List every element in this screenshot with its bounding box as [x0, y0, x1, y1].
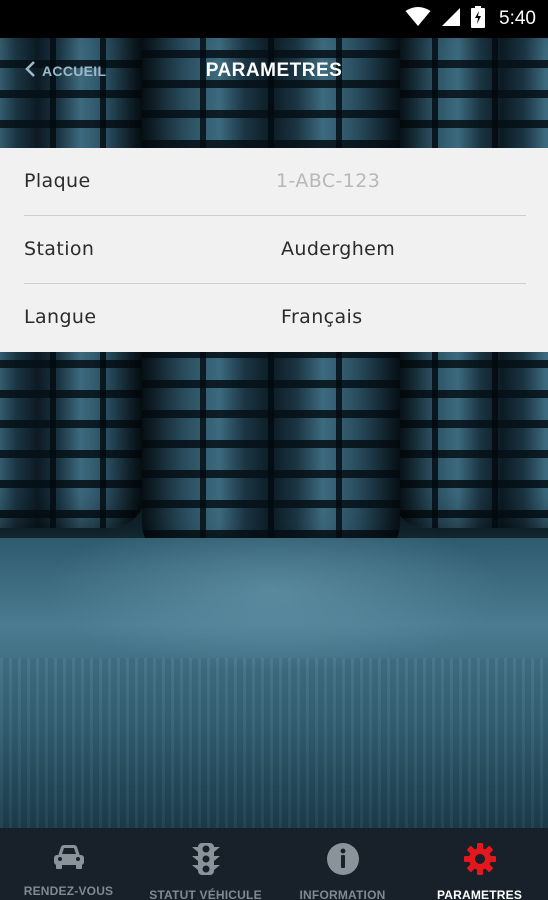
wifi-icon	[405, 7, 431, 31]
settings-list: Plaque 1-ABC-123 Station Auderghem Langu…	[0, 148, 548, 352]
nav-item-rendez-vous[interactable]: RENDEZ-VOUS	[0, 828, 137, 900]
page-title: PARAMETRES	[205, 60, 343, 81]
nav-item-parametres[interactable]: PARAMETRES	[411, 828, 548, 900]
gear-icon	[463, 842, 497, 880]
bottom-navigation: RENDEZ-VOUS STATUT VÉHICULE INFORMATION	[0, 828, 548, 900]
app-header: ACCUEIL PARAMETRES	[0, 38, 548, 106]
signal-icon	[441, 7, 461, 31]
nav-label: RENDEZ-VOUS	[23, 884, 114, 898]
nav-item-information[interactable]: INFORMATION	[274, 828, 411, 900]
setting-label: Station	[24, 238, 95, 260]
status-time: 5:40	[499, 8, 536, 29]
nav-label: PARAMETRES	[436, 888, 523, 900]
setting-label: Langue	[24, 306, 97, 328]
setting-label: Plaque	[24, 170, 91, 192]
nav-item-statut-vehicule[interactable]: STATUT VÉHICULE	[137, 828, 274, 900]
traffic-light-icon	[189, 842, 223, 880]
setting-row-station[interactable]: Station Auderghem	[0, 216, 548, 284]
language-value: Français	[281, 306, 363, 328]
car-icon	[52, 842, 86, 876]
nav-label: STATUT VÉHICULE	[149, 888, 262, 900]
station-value: Auderghem	[281, 238, 396, 260]
status-bar: 5:40	[0, 0, 548, 38]
battery-charging-icon	[471, 6, 486, 32]
plate-input[interactable]: 1-ABC-123	[276, 170, 380, 192]
info-icon	[326, 842, 360, 880]
setting-row-plate[interactable]: Plaque 1-ABC-123	[0, 148, 548, 216]
setting-row-language[interactable]: Langue Français	[0, 284, 548, 352]
nav-label: INFORMATION	[299, 888, 386, 900]
